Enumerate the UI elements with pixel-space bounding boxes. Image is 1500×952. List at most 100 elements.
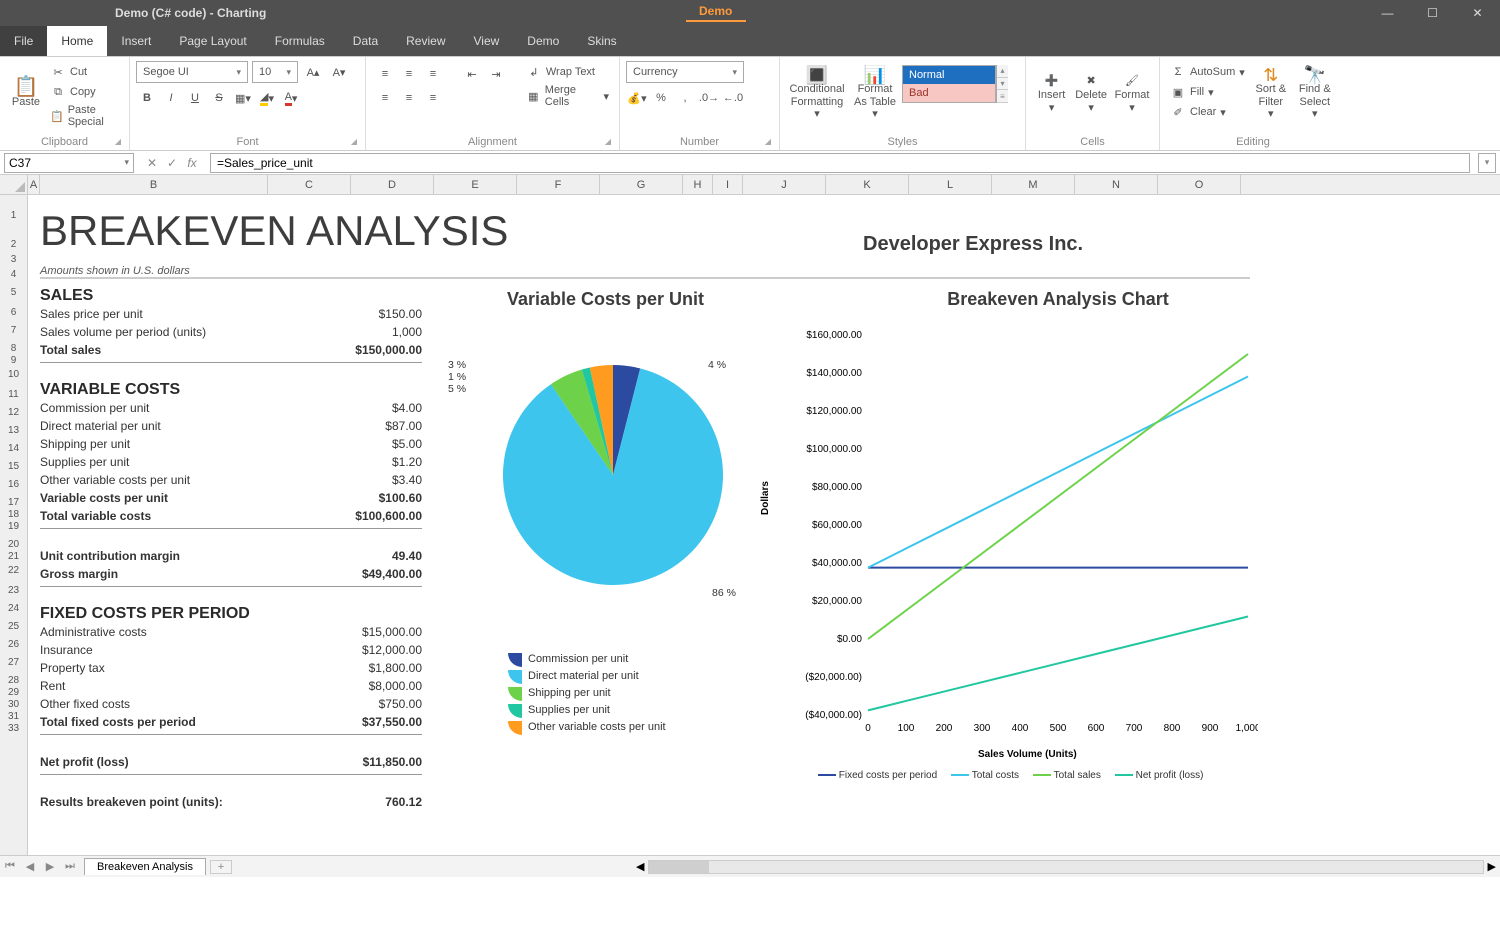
tab-data[interactable]: Data (339, 26, 392, 56)
col-header-D[interactable]: D (351, 175, 434, 194)
col-header-M[interactable]: M (992, 175, 1075, 194)
clear-button[interactable]: ✐Clear ▾ (1168, 103, 1247, 121)
col-header-K[interactable]: K (826, 175, 909, 194)
row-header[interactable]: 27 (0, 654, 27, 672)
sheet-nav-first[interactable]: ⏮ (0, 860, 20, 873)
tab-formulas[interactable]: Formulas (261, 26, 339, 56)
col-header-A[interactable]: A (28, 175, 40, 194)
col-header-H[interactable]: H (683, 175, 713, 194)
delete-cells-button[interactable]: ✖Delete ▾ (1071, 61, 1111, 127)
tab-view[interactable]: View (460, 26, 514, 56)
row-header[interactable]: 33 (0, 720, 27, 738)
row-header[interactable]: 22 (0, 560, 27, 582)
copy-button[interactable]: ⧉Copy (48, 83, 121, 101)
increase-font-button[interactable]: A▴ (302, 61, 324, 83)
row-header[interactable]: 3 (0, 252, 27, 267)
row-header[interactable]: 16 (0, 476, 27, 494)
font-size-select[interactable]: 10▾ (252, 61, 298, 83)
align-center-button[interactable]: ≡ (398, 87, 420, 109)
fx-button[interactable]: fx (184, 156, 200, 170)
fill-button[interactable]: ▣Fill ▾ (1168, 83, 1247, 101)
dialog-launcher-icon[interactable]: ◢ (765, 137, 771, 146)
row-header[interactable]: 5 (0, 282, 27, 304)
row-header[interactable]: 7 (0, 322, 27, 340)
col-header-F[interactable]: F (517, 175, 600, 194)
cell-styles-gallery[interactable]: Normal Bad (902, 65, 996, 103)
row-header[interactable]: 4 (0, 267, 27, 282)
minimize-button[interactable]: — (1365, 0, 1410, 26)
align-middle-button[interactable]: ≡ (398, 63, 420, 85)
decrease-indent-button[interactable]: ⇤ (461, 63, 483, 85)
accounting-button[interactable]: 💰▾ (626, 87, 648, 109)
maximize-button[interactable]: ☐ (1410, 0, 1455, 26)
decrease-font-button[interactable]: A▾ (328, 61, 350, 83)
style-normal[interactable]: Normal (903, 66, 995, 84)
align-right-button[interactable]: ≡ (422, 87, 444, 109)
align-bottom-button[interactable]: ≡ (422, 63, 444, 85)
find-select-button[interactable]: 🔭Find & Select ▾ (1293, 61, 1337, 127)
context-tab[interactable]: Demo (699, 4, 732, 18)
sheet-nav-prev[interactable]: ◀ (20, 860, 40, 873)
row-header[interactable]: 1 (0, 195, 27, 237)
dialog-launcher-icon[interactable]: ◢ (115, 137, 121, 146)
add-sheet-button[interactable]: + (210, 860, 232, 874)
paste-button[interactable]: 📋 Paste (6, 61, 46, 127)
row-header[interactable]: 11 (0, 386, 27, 404)
underline-button[interactable]: U (184, 87, 206, 109)
name-box[interactable]: C37▾ (4, 153, 134, 173)
row-header[interactable] (0, 738, 27, 848)
worksheet[interactable]: BREAKEVEN ANALYSIS Developer Express Inc… (28, 195, 1500, 855)
tab-home[interactable]: Home (47, 26, 107, 56)
row-header[interactable]: 6 (0, 304, 27, 322)
formula-expand-button[interactable]: ▾ (1478, 153, 1496, 173)
row-header[interactable]: 25 (0, 618, 27, 636)
row-header[interactable]: 2 (0, 237, 27, 252)
cancel-formula-button[interactable]: ✕ (144, 156, 160, 170)
row-header[interactable]: 23 (0, 582, 27, 600)
row-header[interactable]: 14 (0, 440, 27, 458)
row-header[interactable]: 26 (0, 636, 27, 654)
dialog-launcher-icon[interactable]: ◢ (605, 137, 611, 146)
formula-input[interactable]: =Sales_price_unit (210, 153, 1470, 173)
borders-button[interactable]: ▦▾ (232, 87, 254, 109)
tab-demo[interactable]: Demo (513, 26, 573, 56)
tab-skins[interactable]: Skins (573, 26, 630, 56)
format-as-table-button[interactable]: 📊Format As Table ▾ (848, 61, 902, 127)
col-header-C[interactable]: C (268, 175, 351, 194)
merge-cells-button[interactable]: ▦Merge Cells ▾ (524, 83, 611, 109)
row-header[interactable]: 12 (0, 404, 27, 422)
row-header[interactable]: 10 (0, 364, 27, 386)
col-header-J[interactable]: J (743, 175, 826, 194)
font-color-button[interactable]: A▾ (280, 87, 302, 109)
decrease-decimal-button[interactable]: ←.0 (722, 87, 744, 109)
tab-insert[interactable]: Insert (107, 26, 165, 56)
insert-cells-button[interactable]: ➕Insert ▾ (1032, 61, 1071, 127)
paste-special-button[interactable]: 📋Paste Special (48, 103, 121, 129)
col-header-B[interactable]: B (40, 175, 268, 194)
dialog-launcher-icon[interactable]: ◢ (351, 137, 357, 146)
bold-button[interactable]: B (136, 87, 158, 109)
sheet-tab-1[interactable]: Breakeven Analysis (84, 858, 206, 875)
row-header[interactable]: 19 (0, 518, 27, 536)
percent-button[interactable]: % (650, 87, 672, 109)
conditional-formatting-button[interactable]: 🔳Conditional Formatting ▾ (786, 61, 848, 127)
tab-review[interactable]: Review (392, 26, 459, 56)
col-header-N[interactable]: N (1075, 175, 1158, 194)
sheet-nav-last[interactable]: ⏭ (60, 860, 80, 873)
cut-button[interactable]: ✂Cut (48, 63, 121, 81)
increase-decimal-button[interactable]: .0→ (698, 87, 720, 109)
horizontal-scrollbar[interactable]: ◀▶ (632, 860, 1500, 874)
close-button[interactable]: ✕ (1455, 0, 1500, 26)
col-header-E[interactable]: E (434, 175, 517, 194)
col-header-O[interactable]: O (1158, 175, 1241, 194)
enter-formula-button[interactable]: ✓ (164, 156, 180, 170)
comma-button[interactable]: , (674, 87, 696, 109)
col-header-G[interactable]: G (600, 175, 683, 194)
font-family-select[interactable]: Segoe UI▾ (136, 61, 248, 83)
sheet-nav-next[interactable]: ▶ (40, 860, 60, 873)
format-cells-button[interactable]: 🖌Format ▾ (1111, 61, 1153, 127)
wrap-text-button[interactable]: ↲Wrap Text (524, 63, 611, 81)
row-header[interactable]: 24 (0, 600, 27, 618)
autosum-button[interactable]: ΣAutoSum ▾ (1168, 63, 1247, 81)
style-bad[interactable]: Bad (903, 84, 995, 102)
